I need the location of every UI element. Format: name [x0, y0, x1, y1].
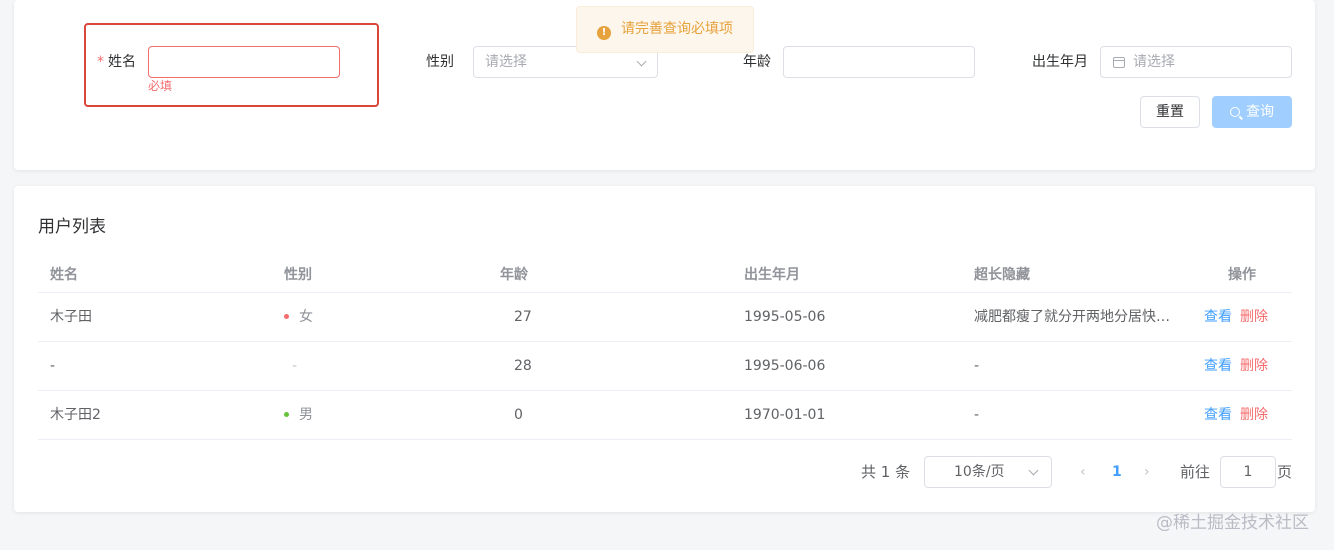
cell-age: 27 [514, 309, 532, 325]
cell-gender: 女 [284, 307, 313, 327]
header-age: 年龄 [500, 267, 528, 283]
cell-actions: 查看 删除 [1204, 307, 1268, 327]
name-input-field[interactable] [160, 47, 328, 77]
reset-button[interactable]: 重置 [1140, 96, 1200, 128]
cell-age: 0 [514, 407, 523, 423]
gender-dot [284, 314, 289, 319]
toast-message: 请完善查询必填项 [621, 21, 733, 37]
prev-page-icon[interactable]: ‹ [1080, 462, 1086, 482]
cell-long: 减肥都瘦了就分开两地分居快… [974, 309, 1170, 325]
chevron-down-icon [636, 56, 647, 67]
gender-dot [284, 412, 289, 417]
header-name: 姓名 [50, 267, 78, 283]
header-birth: 出生年月 [744, 267, 800, 283]
jump-suffix: 页 [1277, 463, 1293, 481]
page-number-1[interactable]: 1 [1112, 462, 1122, 482]
delete-link[interactable]: 删除 [1240, 358, 1268, 374]
row-divider [38, 292, 1292, 293]
row-divider [38, 341, 1292, 342]
cell-actions: 查看 删除 [1204, 405, 1268, 425]
age-input-field[interactable] [795, 47, 963, 77]
birth-date-picker[interactable]: 请选择 [1100, 46, 1292, 78]
user-list-card: 用户列表 姓名 性别 年龄 出生年月 超长隐藏 操作 木子田 女 27 1995… [14, 186, 1315, 512]
cell-gender: 男 [284, 405, 313, 425]
chevron-down-icon [1028, 465, 1039, 476]
name-input[interactable] [148, 46, 340, 78]
view-link[interactable]: 查看 [1204, 407, 1232, 423]
watermark: @稀土掘金技术社区 [1156, 513, 1309, 533]
gender-placeholder: 请选择 [485, 54, 527, 70]
search-icon [1230, 107, 1240, 117]
cell-age: 28 [514, 358, 532, 374]
jump-prefix: 前往 [1180, 463, 1211, 481]
calendar-icon [1113, 57, 1125, 68]
name-label: * 姓名 [97, 54, 136, 70]
pagination-total: 共 1 条 [861, 463, 911, 481]
query-button-label: 查询 [1246, 104, 1274, 120]
query-button[interactable]: 查询 [1212, 96, 1292, 128]
warning-toast: ! 请完善查询必填项 [576, 6, 754, 53]
gender-label: 性别 [426, 54, 454, 70]
birth-label: 出生年月 [1032, 54, 1088, 70]
birth-placeholder: 请选择 [1133, 54, 1175, 70]
delete-link[interactable]: 删除 [1240, 309, 1268, 325]
cell-actions: 查看 删除 [1204, 356, 1268, 376]
warning-icon: ! [597, 26, 611, 40]
header-actions: 操作 [1228, 267, 1256, 283]
cell-name: - [50, 358, 56, 374]
cell-long: - [974, 407, 980, 423]
cell-gender: - [292, 358, 298, 374]
age-label: 年龄 [743, 54, 771, 70]
jump-page-input[interactable]: 1 [1220, 456, 1276, 488]
row-divider [38, 390, 1292, 391]
cell-long: - [974, 358, 980, 374]
delete-link[interactable]: 删除 [1240, 407, 1268, 423]
view-link[interactable]: 查看 [1204, 358, 1232, 374]
age-input[interactable] [783, 46, 975, 78]
page-size-value: 10条/页 [954, 464, 1005, 480]
view-link[interactable]: 查看 [1204, 309, 1232, 325]
cell-birth: 1995-06-06 [744, 358, 826, 374]
header-gender: 性别 [284, 267, 312, 283]
cell-name: 木子田2 [50, 407, 101, 423]
required-mark: * [97, 54, 104, 70]
cell-birth: 1970-01-01 [744, 407, 826, 423]
next-page-icon[interactable]: › [1144, 462, 1150, 482]
name-error-text: 必填 [148, 79, 173, 93]
row-divider [38, 439, 1292, 440]
page-size-select[interactable]: 10条/页 [924, 456, 1052, 488]
cell-name: 木子田 [50, 309, 92, 325]
table-title: 用户列表 [38, 217, 106, 237]
cell-birth: 1995-05-06 [744, 309, 826, 325]
header-long: 超长隐藏 [974, 267, 1030, 283]
